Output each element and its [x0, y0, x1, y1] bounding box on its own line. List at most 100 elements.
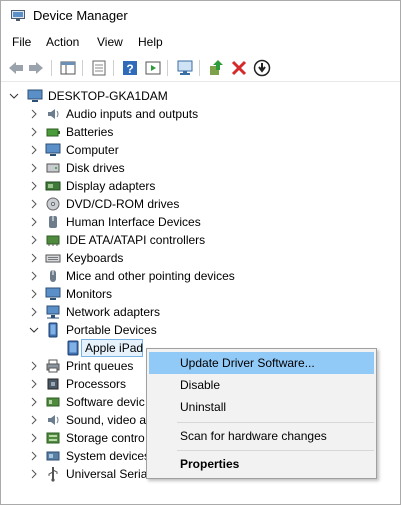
properties-icon[interactable] — [89, 58, 109, 78]
expand-chevron-icon[interactable] — [29, 357, 39, 375]
menu-file[interactable]: File — [12, 35, 31, 49]
category-human-interface-devices[interactable]: Human Interface Devices — [1, 213, 301, 231]
update-driver-menu-item[interactable]: Update Driver Software... — [149, 352, 374, 374]
expand-chevron-icon[interactable] — [29, 177, 39, 195]
menu-view[interactable]: View — [97, 35, 123, 49]
expand-chevron-icon[interactable] — [29, 447, 39, 465]
forward-icon[interactable] — [26, 58, 46, 78]
context-menu: Update Driver Software... Disable Uninst… — [146, 348, 377, 479]
category-network-adapters[interactable]: Network adapters — [1, 303, 301, 321]
expand-chevron-icon[interactable] — [29, 213, 39, 231]
category-mice-and-other-pointing-devices[interactable]: Mice and other pointing devices — [1, 267, 301, 285]
expand-chevron-icon[interactable] — [29, 393, 39, 411]
show-hide-tree-icon[interactable] — [58, 58, 78, 78]
toolbar: ? — [1, 55, 400, 82]
help-icon[interactable]: ? — [120, 58, 140, 78]
disable-icon[interactable] — [252, 58, 272, 78]
menu-help[interactable]: Help — [138, 35, 163, 49]
category-label: Keyboards — [66, 251, 124, 265]
back-icon[interactable] — [6, 58, 26, 78]
expand-chevron-icon[interactable] — [29, 141, 39, 159]
expand-chevron-icon[interactable] — [29, 159, 39, 177]
category-keyboards[interactable]: Keyboards — [1, 249, 301, 267]
category-label: DVD/CD-ROM drives — [66, 197, 180, 211]
properties-menu-item[interactable]: Properties — [149, 453, 374, 475]
category-label: Disk drives — [66, 161, 125, 175]
system-icon — [45, 448, 61, 464]
menu-action[interactable]: Action — [46, 35, 79, 49]
sound-icon — [45, 412, 61, 428]
category-label: Print queues — [66, 359, 134, 373]
monitor-icon — [45, 142, 61, 158]
expand-chevron-icon[interactable] — [29, 249, 39, 267]
computer-name: DESKTOP-GKA1DAM — [48, 89, 168, 103]
expand-chevron-icon[interactable] — [29, 429, 39, 447]
expand-chevron-icon[interactable] — [29, 195, 39, 213]
portable-device-icon — [45, 322, 61, 338]
category-disk-drives[interactable]: Disk drives — [1, 159, 301, 177]
processor-icon — [45, 376, 61, 392]
expand-chevron-icon[interactable] — [29, 465, 39, 483]
network-icon — [45, 304, 61, 320]
category-batteries[interactable]: Batteries — [1, 123, 301, 141]
scan-hardware-icon[interactable] — [175, 58, 195, 78]
category-label: Portable Devices — [66, 323, 157, 337]
category-ide-ata-atapi-controllers[interactable]: IDE ATA/ATAPI controllers — [1, 231, 301, 249]
menu-bar: File Action View Help — [1, 33, 400, 53]
expand-chevron-icon[interactable] — [29, 105, 39, 123]
expand-chevron-icon[interactable] — [29, 123, 39, 141]
uninstall-menu-item[interactable]: Uninstall — [149, 396, 374, 418]
disk-drive-icon — [45, 160, 61, 176]
expand-chevron-icon[interactable] — [29, 303, 39, 321]
display-adapter-icon — [45, 178, 61, 194]
update-driver-icon[interactable] — [206, 58, 226, 78]
device-manager-icon — [11, 10, 25, 22]
printer-icon — [45, 358, 61, 374]
scan-hardware-menu-item[interactable]: Scan for hardware changes — [149, 425, 374, 447]
category-label: Sound, video a — [66, 413, 147, 427]
collapse-chevron-icon[interactable] — [29, 321, 39, 339]
ipad-icon — [65, 340, 81, 356]
title-bar: Device Manager — [1, 1, 400, 31]
collapse-chevron-icon[interactable] — [9, 87, 19, 105]
battery-icon — [45, 124, 61, 140]
usb-icon — [45, 466, 61, 482]
category-label: IDE ATA/ATAPI controllers — [66, 233, 206, 247]
action-pane-icon[interactable] — [143, 58, 163, 78]
window-title: Device Manager — [33, 8, 128, 23]
expand-chevron-icon[interactable] — [29, 267, 39, 285]
category-label: Mice and other pointing devices — [66, 269, 235, 283]
software-device-icon — [45, 394, 61, 410]
category-label: Processors — [66, 377, 127, 391]
menu-separator — [177, 422, 374, 423]
svg-text:?: ? — [126, 62, 133, 76]
keyboard-icon — [45, 250, 61, 266]
category-label: Universal Serial — [66, 467, 151, 481]
dvd-icon — [45, 196, 61, 212]
category-computer[interactable]: Computer — [1, 141, 301, 159]
uninstall-icon[interactable] — [229, 58, 249, 78]
expand-chevron-icon[interactable] — [29, 375, 39, 393]
disable-menu-item[interactable]: Disable — [149, 374, 374, 396]
expand-chevron-icon[interactable] — [29, 285, 39, 303]
category-audio-inputs-and-outputs[interactable]: Audio inputs and outputs — [1, 105, 301, 123]
category-label: Batteries — [66, 125, 114, 139]
tree-root[interactable]: DESKTOP-GKA1DAM — [1, 87, 301, 105]
monitor-icon — [45, 286, 61, 302]
category-dvd-cd-rom-drives[interactable]: DVD/CD-ROM drives — [1, 195, 301, 213]
category-label: Audio inputs and outputs — [66, 107, 199, 121]
category-portable-devices[interactable]: Portable Devices — [1, 321, 301, 339]
category-label: Human Interface Devices — [66, 215, 201, 229]
speaker-icon — [45, 106, 61, 122]
category-label: Storage contro — [66, 431, 145, 445]
expand-chevron-icon[interactable] — [29, 231, 39, 249]
ide-icon — [45, 232, 61, 248]
category-display-adapters[interactable]: Display adapters — [1, 177, 301, 195]
category-label: Computer — [66, 143, 119, 157]
category-label: Network adapters — [66, 305, 161, 319]
category-monitors[interactable]: Monitors — [1, 285, 301, 303]
expand-chevron-icon[interactable] — [29, 411, 39, 429]
mouse-icon — [45, 268, 61, 284]
category-label: Software devic — [66, 395, 145, 409]
device-label: Apple iPad — [85, 341, 144, 355]
